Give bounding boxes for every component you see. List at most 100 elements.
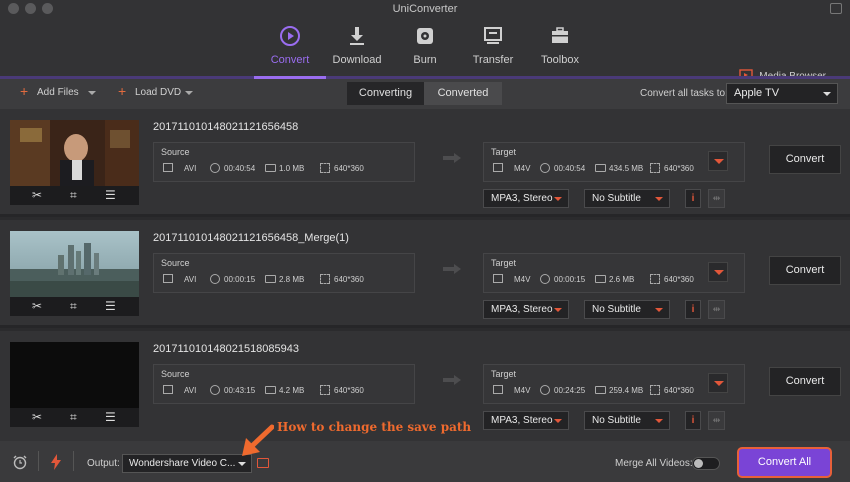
convert-all-to-label: Convert all tasks to: — [640, 88, 728, 99]
source-resolution: 640*360 — [334, 275, 364, 284]
source-format: AVI — [184, 386, 197, 395]
audio-track-select[interactable]: MPA3, Stereo — [483, 189, 569, 208]
effects-icon[interactable]: ☰ — [105, 188, 116, 202]
divider — [38, 451, 39, 471]
merge-all-toggle[interactable] — [692, 457, 720, 470]
tab-toolbox-label: Toolbox — [541, 54, 579, 66]
crop-icon[interactable]: ⌗ — [70, 188, 77, 203]
audio-track-select[interactable]: MPA3, Stereo — [483, 411, 569, 430]
load-dvd-button[interactable]: + Load DVD — [118, 83, 181, 99]
source-size: 2.8 MB — [279, 275, 305, 284]
source-size: 1.0 MB — [279, 164, 305, 173]
add-files-button[interactable]: + Add Files — [20, 83, 79, 99]
chevron-down-icon — [554, 308, 562, 312]
trim-icon[interactable]: ✂ — [32, 188, 42, 202]
video-thumbnail[interactable]: ✂ ⌗ ☰ — [10, 342, 139, 427]
film-icon — [163, 163, 173, 172]
tab-download[interactable]: Download — [322, 24, 392, 66]
target-size: 2.6 MB — [609, 275, 635, 284]
video-thumbnail[interactable]: ✂ ⌗ ☰ — [10, 231, 139, 316]
target-info[interactable]: Target M4V 00:00:15 2.6 MB 640*360 — [483, 253, 745, 293]
target-resolution: 640*360 — [664, 275, 694, 284]
chevron-down-icon — [823, 92, 831, 96]
source-duration: 00:40:54 — [224, 164, 256, 173]
source-label: Source — [161, 369, 190, 379]
tab-converted[interactable]: Converted — [424, 82, 502, 105]
output-path-select[interactable]: Wondershare Video C... — [122, 454, 252, 473]
resolution-icon — [650, 274, 660, 284]
trim-icon[interactable]: ✂ — [32, 299, 42, 313]
chevron-down-icon — [554, 419, 562, 423]
callout-arrow-icon — [242, 424, 274, 456]
target-format-dropdown[interactable] — [708, 373, 728, 393]
lightning-icon[interactable] — [50, 454, 62, 470]
chevron-down-icon — [714, 270, 724, 275]
bottom-bar: Output: Wondershare Video C... Merge All… — [0, 441, 850, 482]
resolution-icon — [650, 385, 660, 395]
convert-button[interactable]: Convert — [769, 256, 841, 285]
merge-icon[interactable]: ⇹ — [708, 189, 725, 208]
transfer-icon — [484, 27, 502, 44]
subtitle-select[interactable]: No Subtitle — [584, 189, 670, 208]
target-info[interactable]: Target M4V 00:40:54 434.5 MB 640*360 — [483, 142, 745, 182]
tab-convert[interactable]: Convert — [255, 24, 325, 66]
tab-transfer[interactable]: Transfer — [458, 24, 528, 66]
subtitle-select[interactable]: No Subtitle — [584, 300, 670, 319]
source-label: Source — [161, 147, 190, 157]
subtitle-select[interactable]: No Subtitle — [584, 411, 670, 430]
tab-toolbox[interactable]: Toolbox — [525, 24, 595, 66]
tab-burn[interactable]: Burn — [390, 24, 460, 66]
convert-all-format-select[interactable]: Apple TV — [726, 83, 838, 104]
target-label: Target — [491, 258, 517, 268]
video-thumbnail[interactable]: ✂ ⌗ ☰ — [10, 120, 139, 205]
crop-icon[interactable]: ⌗ — [70, 299, 77, 314]
thumbnail-image — [10, 231, 139, 297]
chevron-down-icon — [554, 197, 562, 201]
task-file-name: 20171101014802112165645​8 — [153, 121, 299, 133]
convert-all-button[interactable]: Convert All — [737, 447, 832, 478]
folder-icon — [595, 275, 606, 283]
info-icon[interactable]: i — [685, 411, 701, 430]
thumbnail-edit-toolbar: ✂ ⌗ ☰ — [10, 408, 139, 427]
task-file-name: 20171101014802112165645​8_Merge(1) — [153, 232, 349, 244]
clock-icon — [540, 385, 550, 395]
effects-icon[interactable]: ☰ — [105, 299, 116, 313]
merge-icon[interactable]: ⇹ — [708, 300, 725, 319]
tab-download-label: Download — [332, 54, 382, 66]
source-format: AVI — [184, 164, 197, 173]
audio-track-value: MPA3, Stereo — [491, 193, 553, 204]
target-format-dropdown[interactable] — [708, 151, 728, 171]
source-duration: 00:43:15 — [224, 386, 256, 395]
merge-icon[interactable]: ⇹ — [708, 411, 725, 430]
folder-icon — [265, 386, 276, 394]
tab-convert-label: Convert — [270, 54, 310, 66]
alarm-clock-icon[interactable] — [12, 454, 28, 470]
effects-icon[interactable]: ☰ — [105, 410, 116, 424]
source-duration: 00:00:15 — [224, 275, 256, 284]
task-row: ✂ ⌗ ☰ 20171101014802112165645​8_Merge(1)… — [0, 220, 850, 328]
info-icon[interactable]: i — [685, 300, 701, 319]
trim-icon[interactable]: ✂ — [32, 410, 42, 424]
info-icon[interactable]: i — [685, 189, 701, 208]
convert-button[interactable]: Convert — [769, 367, 841, 396]
audio-track-select[interactable]: MPA3, Stereo — [483, 300, 569, 319]
tab-converting[interactable]: Converting — [347, 82, 424, 105]
target-size: 259.4 MB — [609, 386, 644, 395]
source-label: Source — [161, 258, 190, 268]
convert-button[interactable]: Convert — [769, 145, 841, 174]
crop-icon[interactable]: ⌗ — [70, 410, 77, 425]
subtitle-value: No Subtitle — [592, 415, 641, 426]
add-files-dropdown-icon[interactable] — [88, 91, 96, 95]
fullscreen-icon[interactable] — [830, 3, 842, 14]
chevron-down-icon — [655, 419, 663, 423]
resolution-icon — [320, 385, 330, 395]
clock-icon — [540, 163, 550, 173]
film-icon — [163, 385, 173, 394]
audio-track-value: MPA3, Stereo — [491, 304, 553, 315]
subtitle-value: No Subtitle — [592, 304, 641, 315]
target-format: M4V — [514, 386, 531, 395]
target-format-dropdown[interactable] — [708, 262, 728, 282]
film-icon — [493, 274, 503, 283]
target-info[interactable]: Target M4V 00:24:25 259.4 MB 640*360 — [483, 364, 745, 404]
load-dvd-dropdown-icon[interactable] — [185, 91, 193, 95]
